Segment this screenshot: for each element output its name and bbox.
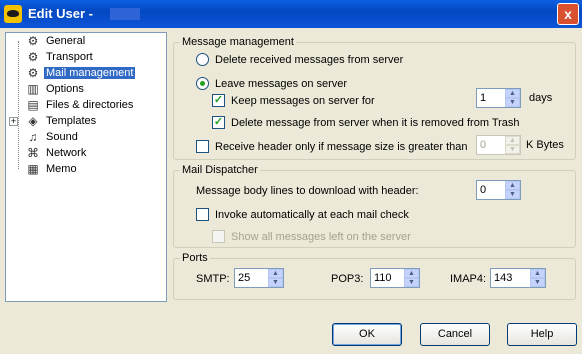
files-icon: ▤	[27, 98, 39, 112]
tree-item-templates[interactable]: ◈ Templates	[26, 113, 98, 129]
delete-received-label: Delete received messages from server	[215, 53, 404, 66]
stepper-arrows[interactable]: ▲ ▼	[505, 136, 520, 154]
check-indicator[interactable]	[212, 230, 225, 243]
tree-item-mail-management[interactable]: ⚙ Mail management	[26, 65, 136, 81]
sliders-icon: ⚙	[27, 34, 39, 48]
show-all-messages-checkbox[interactable]: Show all messages left on the server	[212, 230, 411, 243]
stepper-arrows[interactable]: ▲ ▼	[505, 89, 520, 107]
check-indicator[interactable]: ✓	[212, 116, 225, 129]
ports-legend: Ports	[180, 252, 210, 264]
invoke-automatically-label: Invoke automatically at each mail check	[215, 208, 409, 221]
stepper-arrows[interactable]: ▲ ▼	[505, 181, 520, 199]
delete-received-radio[interactable]: Delete received messages from server	[196, 53, 403, 66]
options-icon: ▥	[27, 82, 39, 96]
memo-icon: ▦	[27, 162, 39, 176]
keep-days-stepper[interactable]: 1 ▲ ▼	[476, 88, 521, 108]
days-label: days	[529, 92, 553, 104]
receive-header-label: Receive header only if message size is g…	[215, 140, 468, 153]
keep-messages-label: Keep messages on server for	[231, 94, 375, 107]
tree-item-transport[interactable]: ⚙ Transport	[26, 49, 95, 65]
edit-user-dialog: Edit User - x + ⚙ General ⚙ Transport ⚙ …	[0, 0, 582, 354]
stepper-arrows[interactable]: ▲ ▼	[530, 269, 545, 287]
radio-indicator[interactable]	[196, 77, 209, 90]
check-indicator[interactable]: ✓	[212, 94, 225, 107]
smtp-label: SMTP:	[196, 273, 230, 285]
pop3-label: POP3:	[331, 273, 364, 285]
close-button[interactable]: x	[557, 3, 579, 25]
gear-icon: ⚙	[27, 66, 39, 80]
kbytes-label: K Bytes	[526, 139, 564, 151]
redacted-username	[110, 8, 140, 20]
message-management-legend: Message management	[180, 36, 296, 48]
tree-item-sound[interactable]: ♫ Sound	[26, 129, 80, 145]
imap4-port-stepper[interactable]: 143 ▲ ▼	[490, 268, 546, 288]
delete-from-trash-checkbox[interactable]: ✓ Delete message from server when it is …	[212, 116, 520, 129]
check-indicator[interactable]	[196, 140, 209, 153]
stepper-arrows[interactable]: ▲ ▼	[404, 269, 419, 287]
mail-dispatcher-group: Mail Dispatcher Message body lines to do…	[173, 164, 576, 248]
tree-item-network[interactable]: ⌘ Network	[26, 145, 88, 161]
leave-on-server-label: Leave messages on server	[215, 77, 348, 90]
check-indicator[interactable]	[196, 208, 209, 221]
templates-icon: ◈	[28, 114, 38, 128]
bat-icon	[4, 5, 22, 23]
ok-button[interactable]: OK	[332, 323, 402, 346]
radio-indicator[interactable]	[196, 53, 209, 66]
ports-group: Ports SMTP: 25 ▲ ▼ POP3: 110 ▲ ▼ IMAP4: 14…	[173, 252, 576, 300]
smtp-port-stepper[interactable]: 25 ▲ ▼	[234, 268, 284, 288]
pop3-port-stepper[interactable]: 110 ▲ ▼	[370, 268, 420, 288]
tree-item-memo[interactable]: ▦ Memo	[26, 161, 79, 177]
tree-item-options[interactable]: ▥ Options	[26, 81, 86, 97]
keep-messages-checkbox[interactable]: ✓ Keep messages on server for	[212, 94, 375, 107]
expand-templates-toggle[interactable]: +	[9, 117, 18, 126]
leave-on-server-radio[interactable]: Leave messages on server	[196, 77, 347, 90]
settings-tree[interactable]: + ⚙ General ⚙ Transport ⚙ Mail managemen…	[5, 32, 167, 302]
receive-header-checkbox[interactable]: Receive header only if message size is g…	[196, 140, 468, 153]
body-lines-stepper[interactable]: 0 ▲ ▼	[476, 180, 521, 200]
title-bar: Edit User - x	[0, 0, 582, 28]
cancel-button[interactable]: Cancel	[420, 323, 490, 346]
tree-connector	[18, 41, 19, 169]
gear-icon: ⚙	[27, 50, 39, 64]
message-management-group: Message management Delete received messa…	[173, 36, 576, 160]
delete-from-trash-label: Delete message from server when it is re…	[231, 116, 520, 129]
network-icon: ⌘	[27, 146, 39, 160]
imap4-label: IMAP4:	[450, 273, 487, 285]
show-all-messages-label: Show all messages left on the server	[231, 230, 411, 243]
invoke-automatically-checkbox[interactable]: Invoke automatically at each mail check	[196, 208, 409, 221]
body-lines-label: Message body lines to download with head…	[196, 185, 419, 197]
tree-item-general[interactable]: ⚙ General	[26, 33, 87, 49]
music-note-icon: ♫	[28, 130, 38, 144]
help-button[interactable]: Help	[507, 323, 577, 346]
window-title: Edit User -	[28, 6, 94, 21]
tree-item-files-directories[interactable]: ▤ Files & directories	[26, 97, 135, 113]
kbytes-stepper[interactable]: 0 ▲ ▼	[476, 135, 521, 155]
mail-dispatcher-legend: Mail Dispatcher	[180, 164, 260, 176]
stepper-arrows[interactable]: ▲ ▼	[268, 269, 283, 287]
